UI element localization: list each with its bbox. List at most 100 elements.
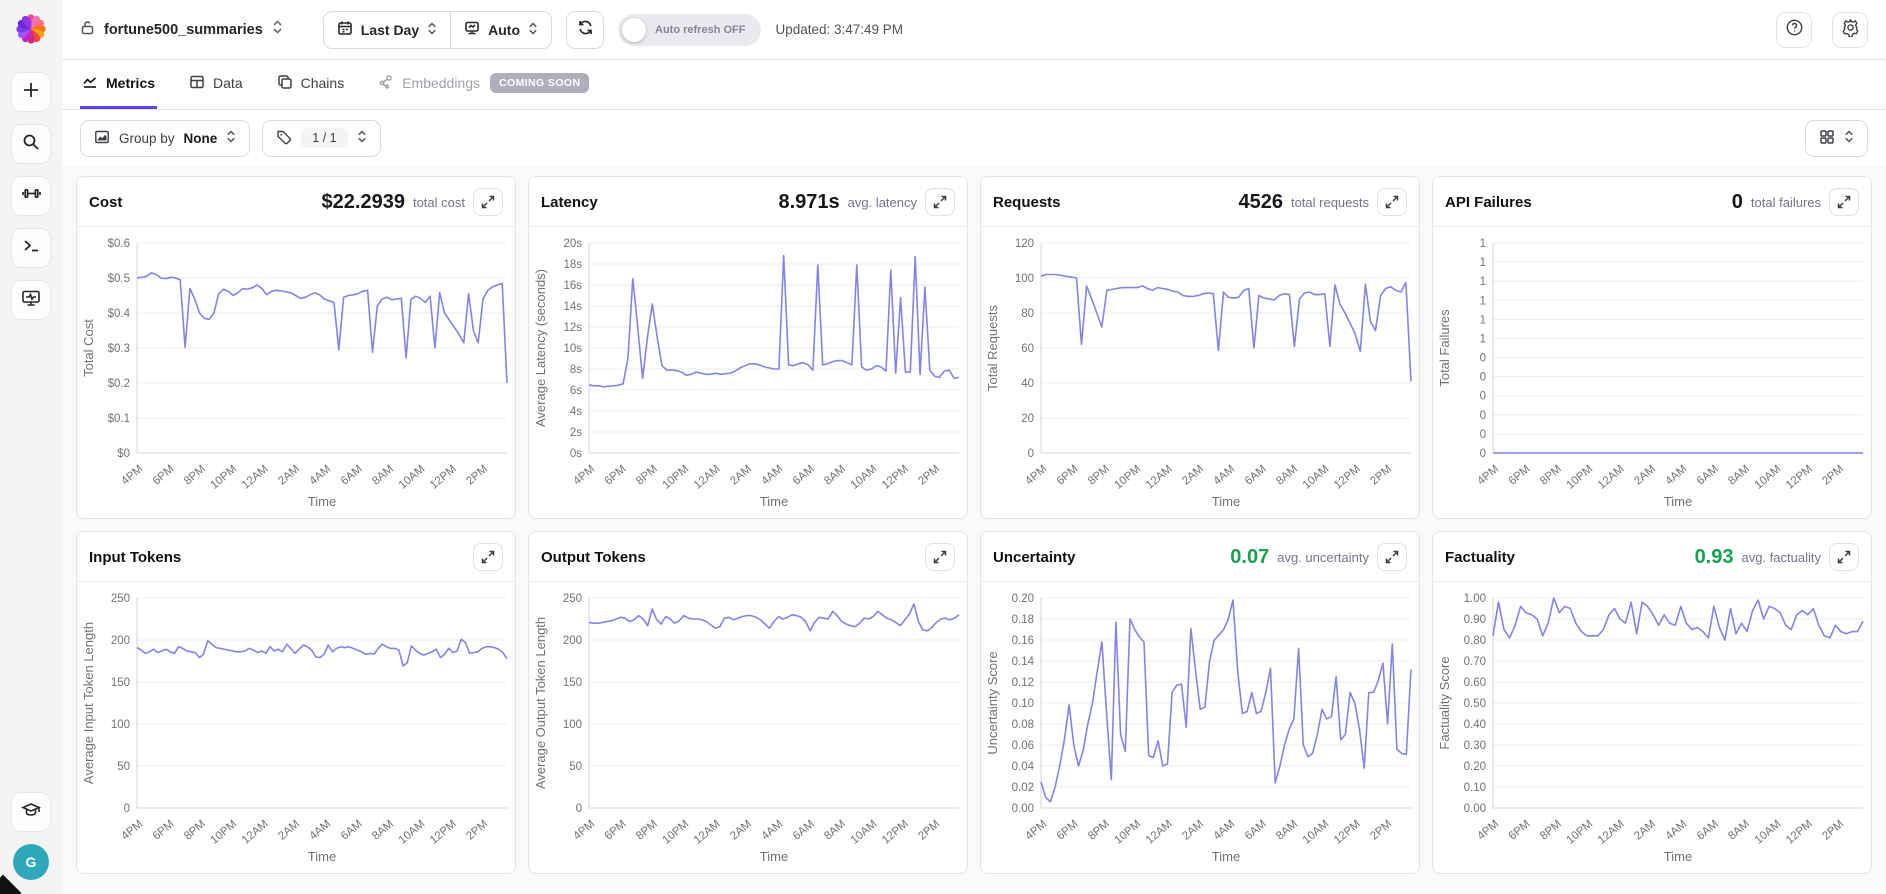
- tab-chains[interactable]: Chains: [275, 60, 347, 109]
- svg-text:150: 150: [563, 677, 582, 689]
- tab-data[interactable]: Data: [187, 60, 245, 109]
- filter-bar: Group by None 1 / 1: [62, 110, 1886, 166]
- svg-text:4PM: 4PM: [571, 818, 597, 842]
- svg-text:6PM: 6PM: [151, 463, 177, 487]
- svg-text:10PM: 10PM: [1112, 463, 1143, 492]
- help-icon: [1785, 18, 1804, 42]
- granularity-select[interactable]: Auto: [450, 11, 552, 48]
- card-title: Cost: [89, 193, 123, 211]
- svg-text:8PM: 8PM: [1538, 818, 1564, 842]
- api-failures-chart: 0 0 0 0 0 0 1 1 1 1 1 1 4PM 6PM 8PM 10PM 12AM 2AM 4AM 6AM 8A…: [1433, 227, 1871, 518]
- expand-button[interactable]: [925, 543, 955, 571]
- refresh-button[interactable]: [566, 10, 605, 49]
- expand-button[interactable]: [1377, 188, 1407, 216]
- svg-text:6AM: 6AM: [1243, 818, 1269, 842]
- svg-text:50: 50: [117, 761, 130, 773]
- svg-text:6AM: 6AM: [339, 818, 365, 842]
- group-by-label: Group by: [119, 130, 175, 146]
- svg-text:6AM: 6AM: [339, 463, 365, 487]
- monitor-button[interactable]: [11, 280, 51, 320]
- tab-embeddings[interactable]: Embeddings COMING SOON: [376, 60, 591, 109]
- output-tokens-chart: 0 50 100 150 200 250 4PM 6PM 8PM 10PM 12AM 2AM 4AM 6A…: [529, 582, 967, 873]
- group-by-select[interactable]: Group by None: [80, 119, 251, 157]
- chevron-up-down-icon: [1844, 130, 1854, 146]
- api-failures-card: API Failures 0 total failures 0 0 0 0 0 0 1 1 1 1…: [1432, 176, 1872, 519]
- galileo-logo-icon[interactable]: [14, 12, 48, 46]
- svg-text:12AM: 12AM: [1144, 818, 1175, 847]
- new-project-button[interactable]: [11, 72, 51, 112]
- svg-text:$0.5: $0.5: [108, 273, 130, 285]
- svg-text:8PM: 8PM: [1538, 463, 1564, 487]
- svg-text:1: 1: [1480, 276, 1486, 288]
- svg-text:$0.3: $0.3: [108, 343, 130, 355]
- svg-text:6PM: 6PM: [1507, 818, 1533, 842]
- svg-text:0.80: 0.80: [1464, 635, 1486, 647]
- auto-refresh-toggle[interactable]: Auto refresh OFF: [618, 13, 762, 46]
- auto-refresh-label: Auto refresh OFF: [655, 23, 746, 36]
- learn-button[interactable]: [11, 792, 51, 832]
- svg-text:6s: 6s: [570, 385, 582, 397]
- svg-text:40: 40: [1021, 378, 1034, 390]
- expand-button[interactable]: [1377, 543, 1407, 571]
- svg-text:12PM: 12PM: [880, 818, 911, 847]
- search-button[interactable]: [11, 124, 51, 164]
- svg-text:Uncertainty Score: Uncertainty Score: [985, 651, 1000, 754]
- help-button[interactable]: [1776, 11, 1812, 48]
- gear-icon: [1841, 18, 1860, 42]
- input-tokens-card: Input Tokens 0 50 100 150 200 250 4PM 6PM 8PM 10P…: [76, 531, 516, 874]
- main-area: fortune500_summaries Last Day Auto Auto …: [62, 0, 1886, 894]
- refresh-icon: [577, 19, 594, 41]
- graduation-cap-icon: [21, 800, 41, 825]
- card-title: API Failures: [1445, 193, 1532, 211]
- tag-pager-select[interactable]: 1 / 1: [262, 119, 381, 157]
- svg-text:$0.6: $0.6: [108, 238, 130, 250]
- card-header: Cost $22.2939 total cost: [77, 177, 515, 227]
- svg-text:10AM: 10AM: [1301, 463, 1332, 492]
- svg-text:10AM: 10AM: [1301, 818, 1332, 847]
- training-button[interactable]: [11, 176, 51, 216]
- svg-text:4AM: 4AM: [1211, 818, 1237, 842]
- svg-text:0: 0: [576, 803, 582, 815]
- user-avatar[interactable]: G: [13, 844, 49, 880]
- svg-text:8AM: 8AM: [1274, 463, 1300, 487]
- svg-text:0.00: 0.00: [1012, 803, 1034, 815]
- expand-button[interactable]: [473, 543, 503, 571]
- svg-text:0.90: 0.90: [1464, 614, 1486, 626]
- svg-text:10PM: 10PM: [660, 463, 691, 492]
- settings-button[interactable]: [1832, 11, 1868, 48]
- svg-text:10PM: 10PM: [1564, 463, 1595, 492]
- embeddings-nodes-icon: [378, 74, 394, 93]
- svg-text:8PM: 8PM: [1086, 818, 1112, 842]
- svg-text:12AM: 12AM: [240, 818, 271, 847]
- svg-text:6AM: 6AM: [1695, 463, 1721, 487]
- svg-text:20s: 20s: [563, 238, 582, 250]
- expand-button[interactable]: [1829, 188, 1859, 216]
- svg-text:10AM: 10AM: [1753, 463, 1784, 492]
- expand-button[interactable]: [925, 188, 955, 216]
- group-by-value: None: [183, 130, 218, 146]
- svg-text:4AM: 4AM: [1663, 463, 1689, 487]
- svg-text:8AM: 8AM: [370, 818, 396, 842]
- svg-text:6AM: 6AM: [1695, 818, 1721, 842]
- chevron-up-down-icon: [357, 130, 367, 146]
- expand-button[interactable]: [473, 188, 503, 216]
- time-range-select[interactable]: Last Day: [323, 11, 451, 48]
- card-header: API Failures 0 total failures: [1433, 177, 1871, 227]
- input-tokens-chart: 0 50 100 150 200 250 4PM 6PM 8PM 10PM 12AM 2AM 4AM 6A…: [77, 582, 515, 873]
- layout-select[interactable]: [1805, 119, 1868, 157]
- svg-text:8PM: 8PM: [1086, 463, 1112, 487]
- svg-text:Time: Time: [308, 849, 336, 864]
- svg-text:200: 200: [563, 635, 582, 647]
- svg-text:0.16: 0.16: [1012, 635, 1034, 647]
- svg-text:10AM: 10AM: [849, 463, 880, 492]
- grid-layout-icon: [1819, 129, 1835, 148]
- console-button[interactable]: [11, 228, 51, 268]
- tab-metrics[interactable]: Metrics: [80, 60, 158, 109]
- expand-button[interactable]: [1829, 543, 1859, 571]
- svg-text:12PM: 12PM: [428, 463, 459, 492]
- svg-text:4PM: 4PM: [1023, 463, 1049, 487]
- svg-text:4AM: 4AM: [1211, 463, 1237, 487]
- svg-text:2AM: 2AM: [1632, 463, 1658, 487]
- svg-text:$0.2: $0.2: [108, 378, 130, 390]
- project-selector[interactable]: fortune500_summaries: [80, 20, 283, 40]
